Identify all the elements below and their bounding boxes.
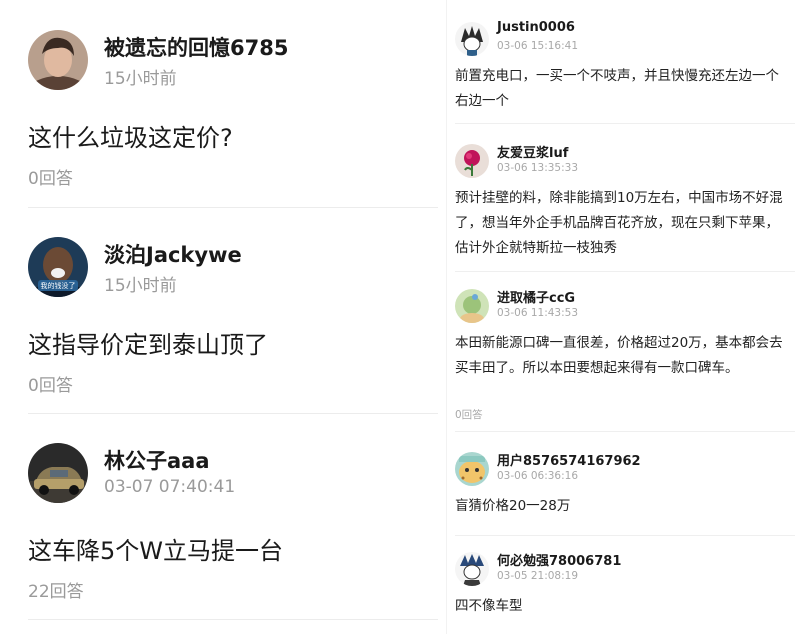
avatar-caption: 我的钱没了 (41, 281, 76, 290)
comment-text: 本田新能源口碑一直很差，价格超过20万，基本都会去买丰田了。所以本田要想起来得有… (455, 335, 783, 376)
divider (455, 535, 795, 536)
answers-link[interactable]: 0回答 (28, 371, 73, 396)
left-comment-list: 被遗忘的回憶6785 15小时前 这什么垃圾这定价? 0回答 我的钱没了 淡泊J… (0, 0, 446, 634)
post-time: 03-06 06:36:16 (497, 470, 579, 482)
comment-text: 预计挂壁的料，除非能搞到10万左右，中国市场不好混了，想当年外企手机品牌百花齐放… (455, 190, 783, 256)
post-time: 03-05 21:08:19 (497, 570, 579, 582)
comment-text: 这指导价定到泰山顶了 (28, 331, 268, 359)
avatar[interactable] (455, 452, 489, 486)
post-time: 03-07 07:40:41 (104, 477, 236, 497)
username[interactable]: 淡泊Jackywe (104, 239, 242, 269)
avatar[interactable] (455, 289, 489, 323)
username[interactable]: 被遗忘的回憶6785 (104, 32, 288, 62)
avatar[interactable] (455, 144, 489, 178)
post-time: 03-06 15:16:41 (497, 40, 579, 52)
answers-link[interactable]: 0回答 (455, 407, 483, 422)
comment-text: 这什么垃圾这定价? (28, 124, 233, 152)
comment-text: 这车降5个W立马提一台 (28, 537, 283, 565)
username[interactable]: 林公子aaa (104, 445, 210, 475)
divider (28, 413, 438, 414)
comment-text: 盲猜价格20一28万 (455, 498, 571, 514)
post-time: 03-06 11:43:53 (497, 307, 579, 319)
username[interactable]: 进取橘子ccG (497, 287, 575, 306)
comment-text: 四不像车型 (455, 598, 523, 614)
post-time: 15小时前 (104, 69, 177, 89)
right-comment-list: Justin0006 03-06 15:16:41 前置充电口，一买一个不吱声，… (446, 0, 806, 634)
answers-link[interactable]: 0回答 (28, 164, 73, 189)
divider (28, 619, 438, 620)
answers-link[interactable]: 22回答 (28, 577, 84, 602)
post-time: 15小时前 (104, 276, 177, 296)
divider (455, 431, 795, 432)
post-time: 03-06 13:35:33 (497, 162, 579, 174)
username[interactable]: Justin0006 (497, 20, 575, 35)
divider (455, 271, 795, 272)
avatar[interactable] (28, 443, 88, 503)
username[interactable]: 友爱豆浆luf (497, 142, 568, 161)
avatar[interactable] (455, 552, 489, 586)
divider (28, 207, 438, 208)
avatar[interactable] (455, 22, 489, 56)
avatar[interactable]: 我的钱没了 (28, 237, 88, 297)
avatar[interactable] (28, 30, 88, 90)
username[interactable]: 用户8576574167962 (497, 450, 641, 469)
comment-text: 前置充电口，一买一个不吱声，并且快慢充还左边一个右边一个 (455, 68, 779, 109)
username[interactable]: 何必勉强78006781 (497, 550, 621, 569)
divider (455, 123, 795, 124)
